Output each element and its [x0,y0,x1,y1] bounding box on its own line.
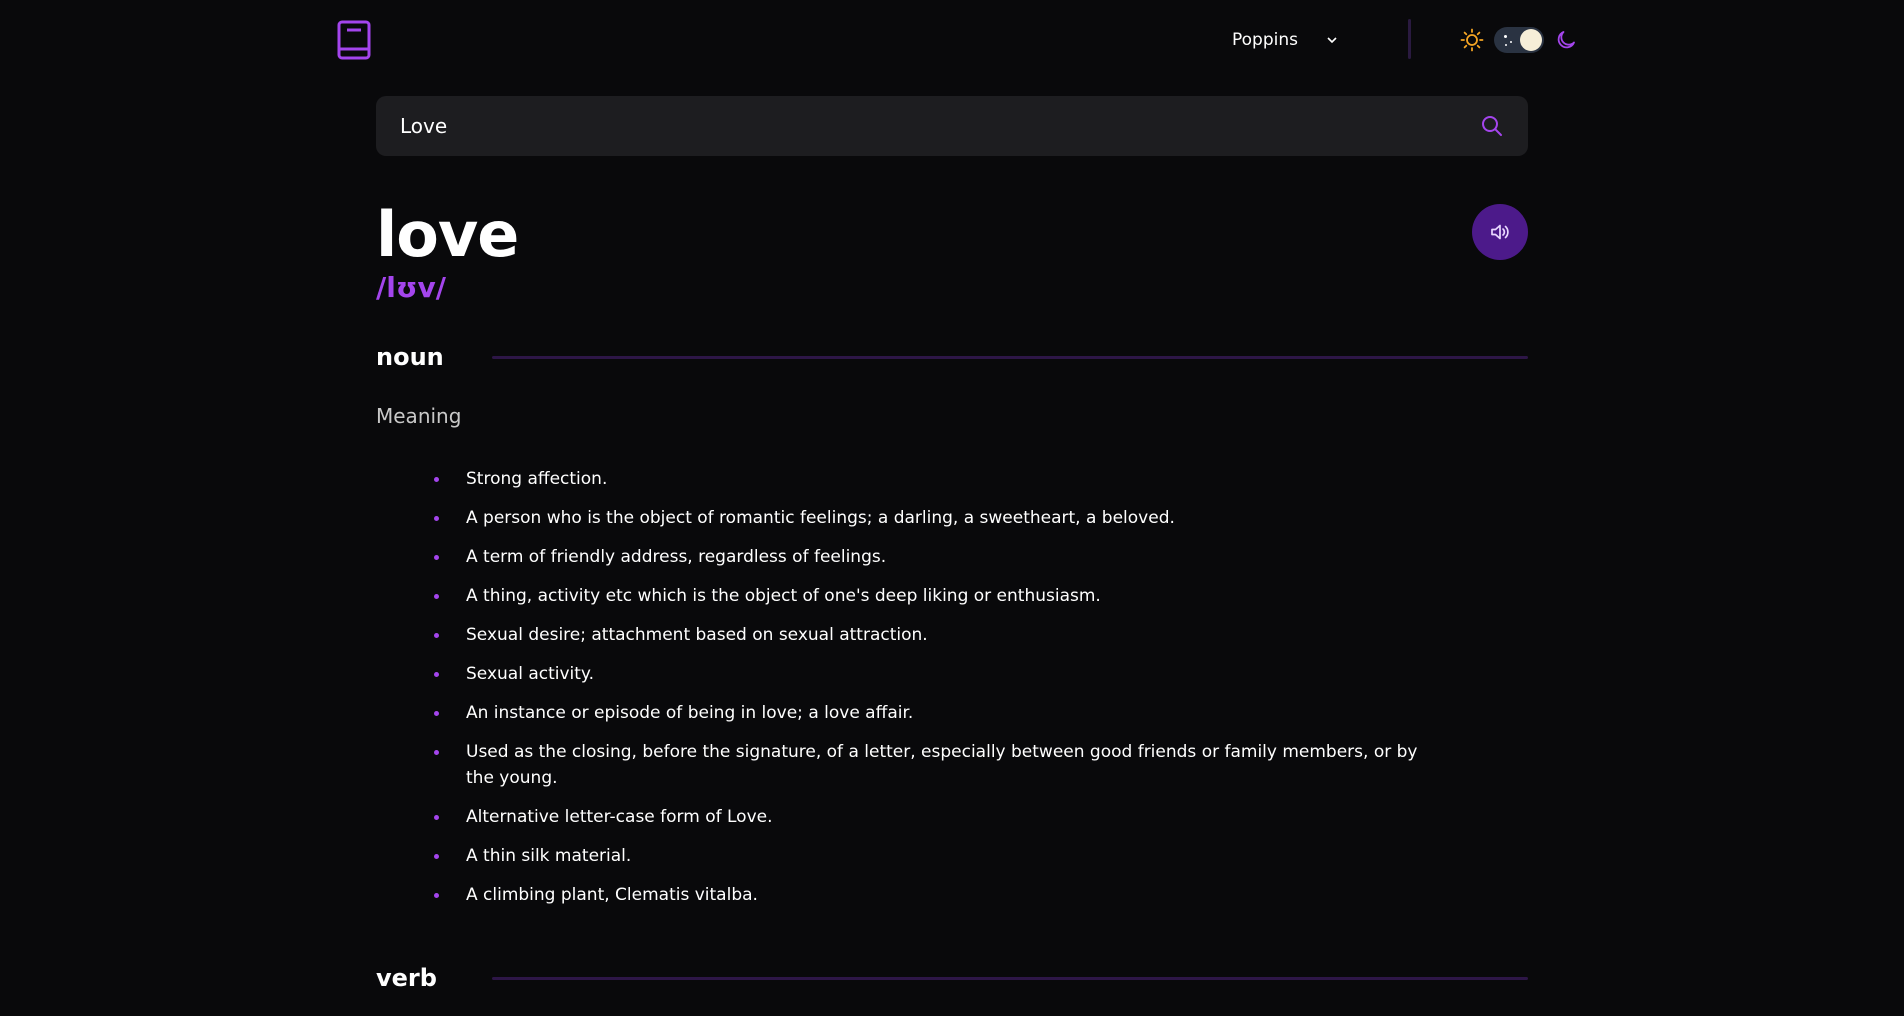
section-verb: verb [376,960,1528,996]
font-selector[interactable]: Poppins [1232,26,1362,54]
part-of-speech-label: noun [376,343,444,371]
headword: love [376,198,519,271]
part-of-speech-label: verb [376,964,437,992]
speaker-icon [1491,224,1509,240]
toggle-star [1505,44,1507,46]
toggle-star [1504,35,1507,38]
definition-item: Sexual desire; attachment based on sexua… [434,622,1444,648]
definition-item: Sexual activity. [434,661,1444,687]
definition-item: An instance or episode of being in love;… [434,700,1444,726]
theme-toggle[interactable] [1494,27,1544,53]
search-bar [376,96,1528,156]
moon-icon [1557,31,1575,49]
section-divider [492,355,1528,359]
definition-item: A climbing plant, Clematis vitalba. [434,882,1444,908]
search-icon[interactable] [1480,114,1504,138]
definition-item: A thin silk material. [434,843,1444,869]
meaning-label: Meaning [376,404,462,428]
section-divider [492,976,1528,980]
definition-item: A thing, activity etc which is the objec… [434,583,1444,609]
font-selector-value: Poppins [1232,30,1298,50]
definition-item: Used as the closing, before the signatur… [434,739,1444,791]
definition-item: A person who is the object of romantic f… [434,505,1444,531]
app-header: Poppins [0,0,1904,80]
sun-icon [1460,28,1484,52]
book-icon[interactable] [336,20,372,60]
section-noun: noun [376,339,1528,375]
search-input[interactable] [400,96,1460,156]
toggle-knob [1520,29,1542,51]
definition-list: Strong affection. A person who is the ob… [434,466,1444,921]
header-divider [1408,19,1411,59]
play-audio-button[interactable] [1472,204,1528,260]
definition-item: A term of friendly address, regardless o… [434,544,1444,570]
chevron-down-icon [1327,37,1337,44]
definition-item: Strong affection. [434,466,1444,492]
phonetic: /lʊv/ [376,271,446,304]
definition-item: Alternative letter-case form of Love. [434,804,1444,830]
toggle-star [1510,41,1512,43]
